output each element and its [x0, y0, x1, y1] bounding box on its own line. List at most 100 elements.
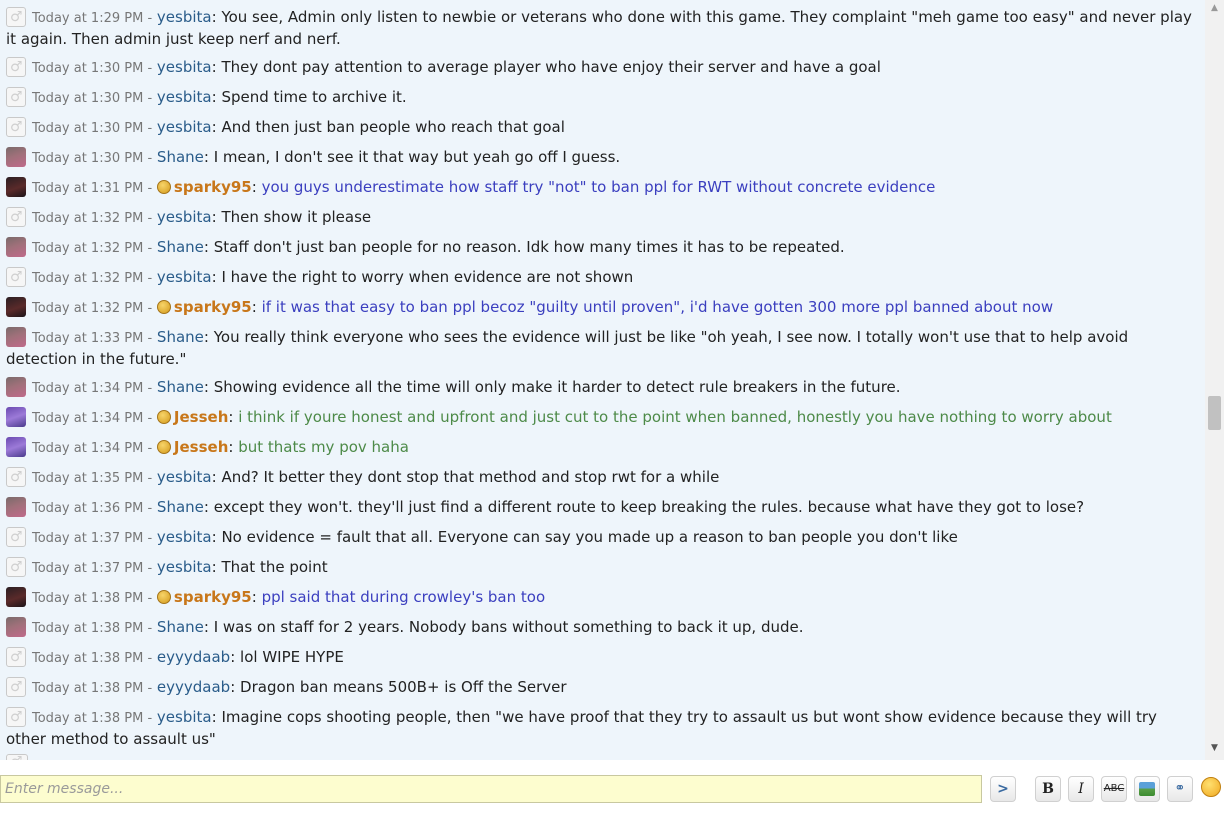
avatar[interactable]	[6, 87, 26, 107]
message-timestamp: Today at 1:30 PM -	[32, 151, 153, 166]
chat-message: Today at 1:30 PM - Shane: I mean, I don'…	[6, 147, 1193, 169]
message-username[interactable]: Shane	[157, 238, 204, 256]
avatar[interactable]	[6, 407, 26, 427]
message-username[interactable]: Shane	[157, 328, 204, 346]
message-username[interactable]: sparky95	[174, 178, 252, 196]
message-text: Dragon ban means 500B+ is Off the Server	[240, 678, 567, 696]
message-text: And then just ban people who reach that …	[221, 118, 565, 136]
message-input[interactable]	[0, 775, 982, 803]
avatar[interactable]	[6, 377, 26, 397]
avatar[interactable]	[6, 147, 26, 167]
avatar[interactable]	[6, 527, 26, 547]
avatar[interactable]	[6, 707, 26, 727]
message-username[interactable]: eyyydaab	[157, 648, 230, 666]
avatar[interactable]	[6, 7, 26, 27]
chat-message: Today at 1:32 PM - sparky95: if it was t…	[6, 297, 1193, 319]
italic-button[interactable]: I	[1068, 776, 1094, 802]
message-username[interactable]: yesbita	[157, 528, 212, 546]
message-text: you guys underestimate how staff try "no…	[261, 178, 936, 196]
chat-message: Today at 1:30 PM - yesbita: And then jus…	[6, 117, 1193, 139]
avatar[interactable]	[6, 617, 26, 637]
message-username[interactable]: Shane	[157, 378, 204, 396]
message-timestamp: Today at 1:30 PM -	[32, 121, 153, 136]
avatar[interactable]	[6, 647, 26, 667]
message-username[interactable]: yesbita	[157, 118, 212, 136]
message-text: I have the right to worry when evidence …	[221, 268, 634, 286]
chat-message: Today at 1:35 PM - yesbita: And? It bett…	[6, 467, 1193, 489]
chat-message: Today at 1:34 PM - Shane: Showing eviden…	[6, 377, 1193, 399]
message-text: i think if youre honest and upfront and …	[238, 408, 1112, 426]
message-text: Then show it please	[221, 208, 372, 226]
message-text: Showing evidence all the time will only …	[213, 378, 901, 396]
bold-button[interactable]: B	[1035, 776, 1061, 802]
message-username[interactable]: yesbita	[157, 8, 212, 26]
avatar[interactable]	[6, 177, 26, 197]
message-timestamp: Today at 1:37 PM -	[32, 561, 153, 576]
insert-image-button[interactable]	[1134, 776, 1160, 802]
avatar[interactable]	[6, 207, 26, 227]
message-text: I mean, I don't see it that way but yeah…	[213, 148, 621, 166]
avatar[interactable]	[6, 557, 26, 577]
message-timestamp: Today at 1:35 PM -	[32, 471, 153, 486]
scroll-down-arrow-icon[interactable]: ▼	[1205, 740, 1224, 756]
avatar[interactable]	[6, 237, 26, 257]
message-username[interactable]: Shane	[157, 148, 204, 166]
chat-message: Today at 1:38 PM - sparky95: ppl said th…	[6, 587, 1193, 609]
avatar[interactable]	[6, 267, 26, 287]
message-text: And? It better they dont stop that metho…	[221, 468, 720, 486]
message-timestamp: Today at 1:31 PM -	[32, 181, 153, 196]
avatar[interactable]	[6, 327, 26, 347]
avatar[interactable]	[6, 587, 26, 607]
chat-message: Today at 1:34 PM - Jesseh: i think if yo…	[6, 407, 1193, 429]
avatar[interactable]	[6, 677, 26, 697]
avatar[interactable]	[6, 57, 26, 77]
message-username[interactable]: sparky95	[174, 298, 252, 316]
message-username[interactable]: yesbita	[157, 468, 212, 486]
chat-message: Today at 1:38 PM - eyyydaab: lol WIPE HY…	[6, 647, 1193, 669]
message-text: if it was that easy to ban ppl becoz "gu…	[261, 298, 1054, 316]
chat-message: Today at 1:37 PM - yesbita: No evidence …	[6, 527, 1193, 549]
message-username[interactable]: Jesseh	[174, 438, 228, 456]
avatar[interactable]	[6, 467, 26, 487]
chat-message: Today at 1:32 PM - yesbita: Then show it…	[6, 207, 1193, 229]
message-timestamp: Today at 1:38 PM -	[32, 681, 153, 696]
strikethrough-button[interactable]: ABC	[1101, 776, 1127, 802]
message-username[interactable]: yesbita	[157, 208, 212, 226]
avatar[interactable]	[6, 117, 26, 137]
message-username[interactable]: Jesseh	[174, 408, 228, 426]
message-username[interactable]: Shane	[157, 618, 204, 636]
staff-badge-icon	[156, 440, 171, 454]
insert-link-button[interactable]: ⚭	[1167, 776, 1193, 802]
scroll-up-arrow-icon[interactable]: ▲	[1205, 0, 1224, 16]
smiley-icon	[1201, 777, 1221, 797]
message-text: They dont pay attention to average playe…	[221, 58, 881, 76]
message-timestamp: Today at 1:38 PM -	[32, 591, 153, 606]
message-username[interactable]: yesbita	[157, 268, 212, 286]
message-text: Spend time to archive it.	[221, 88, 407, 106]
chat-scrollbar[interactable]: ▲ ▼	[1205, 0, 1224, 760]
scroll-thumb[interactable]	[1208, 395, 1221, 430]
chat-message: Today at 1:38 PM - yesbita: Imagine cops…	[6, 707, 1193, 749]
message-timestamp: Today at 1:32 PM -	[32, 211, 153, 226]
emoji-button[interactable]	[1198, 776, 1224, 802]
message-username[interactable]: yesbita	[157, 558, 212, 576]
message-username[interactable]: sparky95	[174, 588, 252, 606]
chat-message: Today at 1:30 PM - yesbita: Spend time t…	[6, 87, 1193, 109]
chat-message: Today at 1:32 PM - Shane: Staff don't ju…	[6, 237, 1193, 259]
chat-message: Today at 1:34 PM - Jesseh: but thats my …	[6, 437, 1193, 459]
message-username[interactable]: Shane	[157, 498, 204, 516]
message-timestamp: Today at 1:38 PM -	[32, 711, 153, 726]
avatar[interactable]	[6, 497, 26, 517]
send-button[interactable]: >	[990, 776, 1016, 802]
message-username[interactable]: eyyydaab	[157, 678, 230, 696]
avatar[interactable]	[6, 297, 26, 317]
message-username[interactable]: yesbita	[157, 58, 212, 76]
staff-badge-icon	[156, 590, 171, 604]
message-text: but thats my pov haha	[238, 438, 409, 456]
message-timestamp: Today at 1:32 PM -	[32, 301, 153, 316]
message-timestamp: Today at 1:30 PM -	[32, 91, 153, 106]
message-username[interactable]: yesbita	[157, 708, 212, 726]
message-username[interactable]: yesbita	[157, 88, 212, 106]
avatar[interactable]	[6, 437, 26, 457]
message-timestamp: Today at 1:38 PM -	[32, 621, 153, 636]
